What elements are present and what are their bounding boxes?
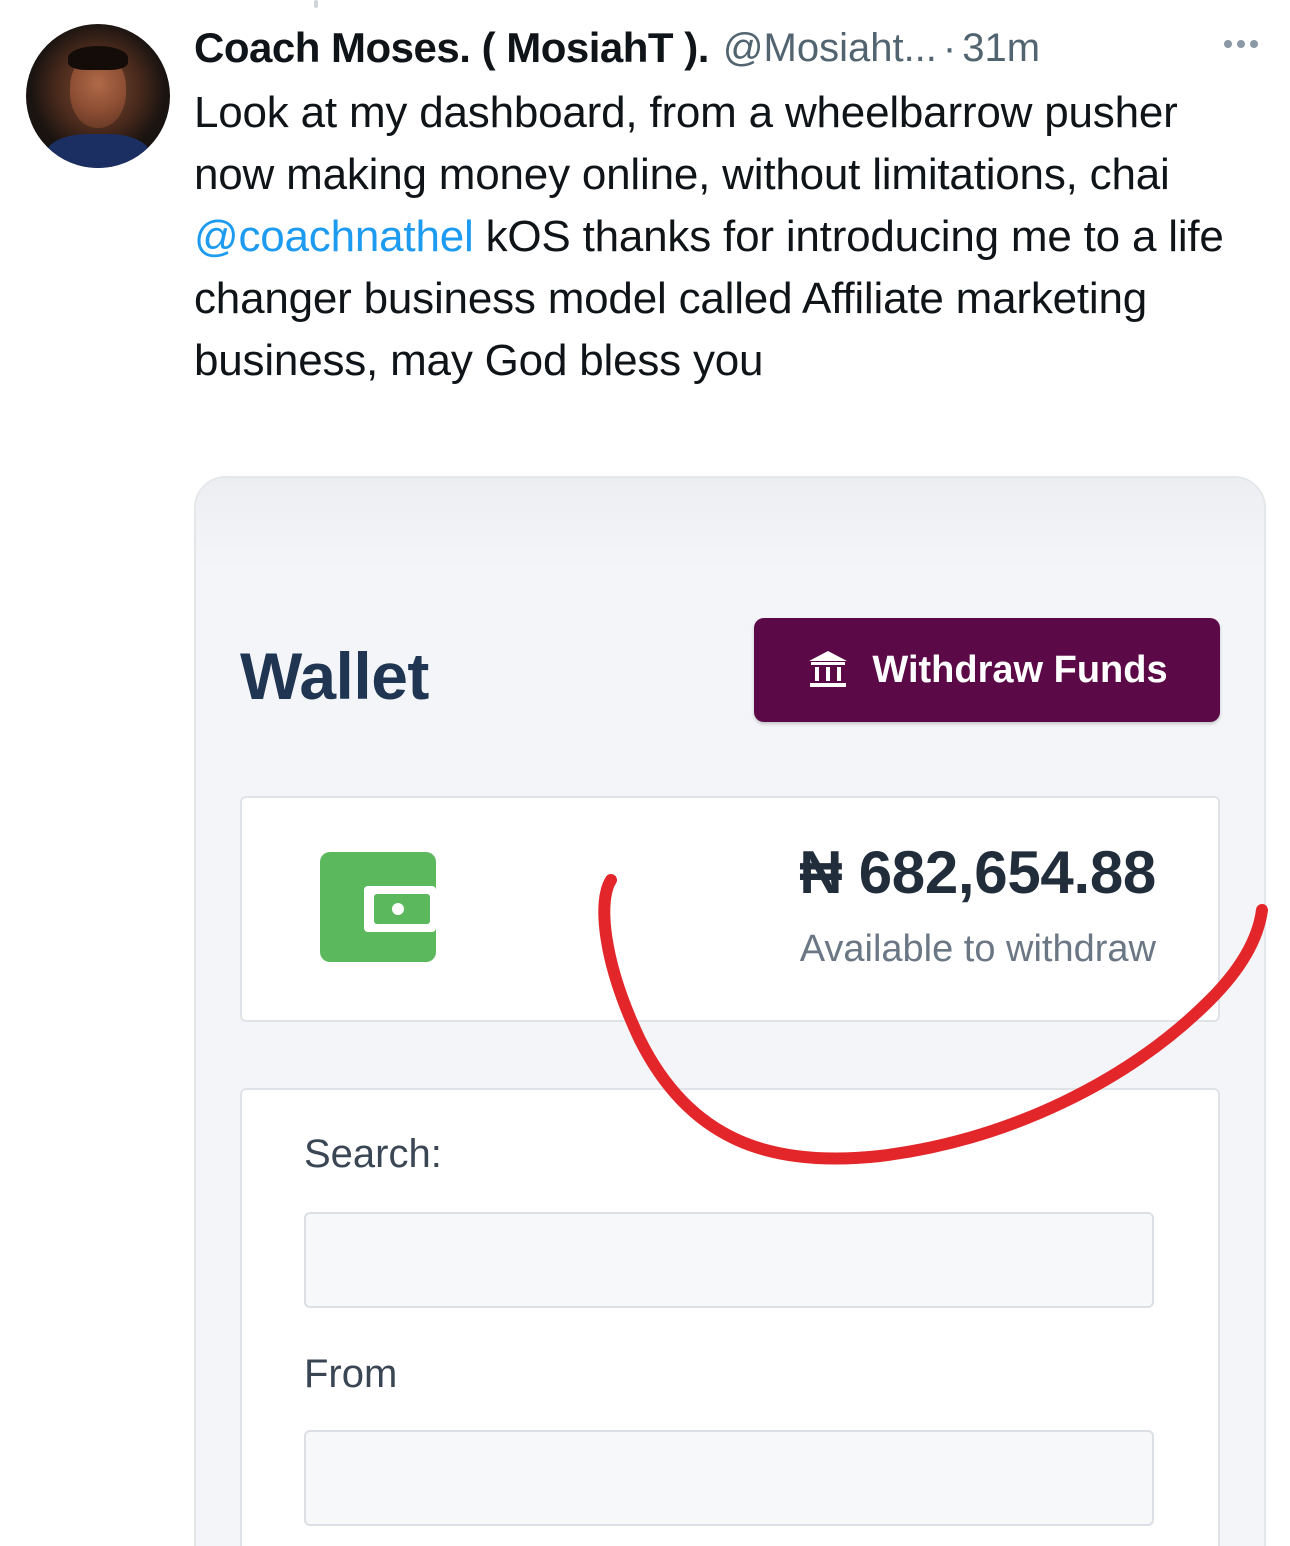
tweet-timestamp[interactable]: 31m <box>962 26 1040 71</box>
wallet-icon <box>320 852 436 962</box>
from-date-input[interactable] <box>304 1430 1154 1526</box>
search-label: Search: <box>304 1132 442 1176</box>
author-display-name[interactable]: Coach Moses. ( MosiahT ). <box>194 24 709 72</box>
thread-connector <box>314 0 318 8</box>
from-label: From <box>304 1352 398 1396</box>
tweet-media-image[interactable]: Wallet Withdraw Funds ₦ 682,654.88 Avail… <box>194 476 1266 1546</box>
tweet-text-part1: Look at my dashboard, from a wheelbarrow… <box>194 88 1178 199</box>
withdraw-funds-button[interactable]: Withdraw Funds <box>754 618 1220 722</box>
avatar[interactable] <box>26 24 170 168</box>
mention-link[interactable]: @coachnathel <box>194 212 474 261</box>
avatar-shirt <box>46 134 150 168</box>
tweet-text: Look at my dashboard, from a wheelbarrow… <box>194 82 1254 392</box>
search-input[interactable] <box>304 1212 1154 1308</box>
more-dots-icon[interactable] <box>1224 40 1258 48</box>
tweet-page: Coach Moses. ( MosiahT ). @Mosiaht... · … <box>0 0 1290 1546</box>
balance-amount: ₦ 682,654.88 <box>799 839 1156 906</box>
media-top-shade <box>196 478 1264 568</box>
bank-icon <box>809 651 848 687</box>
filter-card: Search: From <box>240 1088 1220 1546</box>
balance-card: ₦ 682,654.88 Available to withdraw <box>240 796 1220 1022</box>
author-handle[interactable]: @Mosiaht... <box>723 26 937 71</box>
avatar-hair <box>68 46 128 70</box>
balance-caption: Available to withdraw <box>799 928 1156 970</box>
header-separator: · <box>942 25 957 70</box>
wallet-title: Wallet <box>240 639 429 713</box>
withdraw-funds-label: Withdraw Funds <box>872 648 1168 691</box>
tweet-header: Coach Moses. ( MosiahT ). @Mosiaht... · … <box>194 22 1274 74</box>
